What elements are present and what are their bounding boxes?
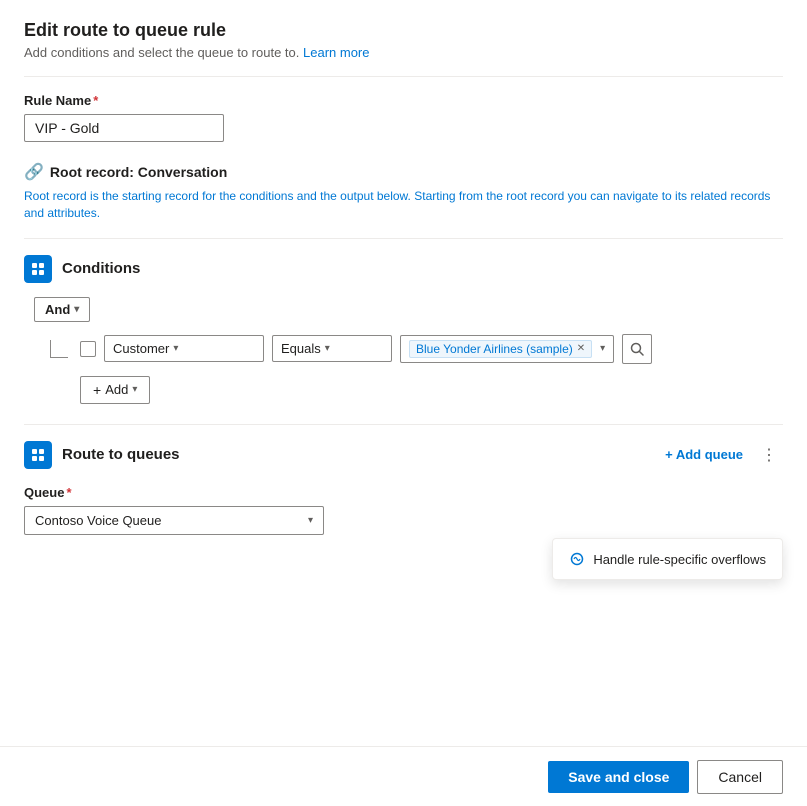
conditions-icon <box>24 255 52 283</box>
queue-field: Queue* Contoso Voice Queue ▾ <box>24 485 783 535</box>
footer: Save and close Cancel <box>0 746 807 806</box>
main-panel: Edit route to queue rule Add conditions … <box>0 0 807 806</box>
route-header: Route to queues + Add queue ⋮ <box>24 441 783 469</box>
route-header-right: + Add queue ⋮ <box>657 441 783 469</box>
add-chevron-icon: ▾ <box>132 384 137 395</box>
condition-checkbox[interactable] <box>80 341 96 357</box>
root-record-section: 🔗 Root record: Conversation Root record … <box>24 162 783 222</box>
cancel-button[interactable]: Cancel <box>697 760 783 794</box>
search-button[interactable] <box>622 334 652 364</box>
field-chevron-icon: ▾ <box>173 343 178 354</box>
root-record-label: Root record: Conversation <box>50 164 227 180</box>
page-header: Edit route to queue rule Add conditions … <box>24 20 783 60</box>
queue-chevron-icon: ▾ <box>308 515 313 526</box>
rule-name-label: Rule Name* <box>24 93 783 108</box>
queue-label: Queue* <box>24 485 783 500</box>
operator-chevron-icon: ▾ <box>325 343 330 354</box>
condition-value-field[interactable]: Blue Yonder Airlines (sample) ✕ ▾ <box>400 335 614 363</box>
condition-row: Customer ▾ Equals ▾ Blue Yonder Airlines… <box>50 334 783 364</box>
and-chevron-icon: ▾ <box>74 304 79 315</box>
root-record-icon: 🔗 <box>24 162 44 182</box>
save-close-button[interactable]: Save and close <box>548 761 689 793</box>
route-header-left: Route to queues <box>24 441 180 469</box>
route-icon <box>24 441 52 469</box>
conditions-header: Conditions <box>24 255 783 283</box>
root-record-row: 🔗 Root record: Conversation <box>24 162 783 182</box>
root-record-desc: Root record is the starting record for t… <box>24 188 783 222</box>
and-dropdown[interactable]: And ▾ <box>34 297 90 322</box>
route-divider <box>24 424 783 425</box>
overflow-dropdown: Handle rule-specific overflows <box>552 538 783 580</box>
condition-field-dropdown[interactable]: Customer ▾ <box>104 335 264 362</box>
route-title: Route to queues <box>62 446 180 463</box>
route-section: Route to queues + Add queue ⋮ Queue* Con… <box>24 441 783 535</box>
condition-operator-dropdown[interactable]: Equals ▾ <box>272 335 392 362</box>
learn-more-link[interactable]: Learn more <box>303 45 369 60</box>
value-chevron-icon: ▾ <box>600 343 605 354</box>
rule-name-section: Rule Name* <box>24 93 783 142</box>
conditions-title: Conditions <box>62 260 140 277</box>
conditions-section: Conditions And ▾ Customer ▾ <box>24 255 783 404</box>
overflow-menu-icon <box>569 551 585 567</box>
add-plus-icon: + <box>93 382 101 398</box>
page-title: Edit route to queue rule <box>24 20 783 41</box>
page-subtitle: Add conditions and select the queue to r… <box>24 45 783 60</box>
more-options-button[interactable]: ⋮ <box>755 441 783 469</box>
conditions-area: And ▾ Customer ▾ Equals ▾ <box>24 297 783 404</box>
rule-name-input[interactable] <box>24 114 224 142</box>
conditions-divider <box>24 238 783 239</box>
queue-select-dropdown[interactable]: Contoso Voice Queue ▾ <box>24 506 324 535</box>
connector-line <box>50 340 68 358</box>
header-divider <box>24 76 783 77</box>
add-button[interactable]: + Add ▾ <box>80 376 150 404</box>
connector <box>50 340 72 358</box>
overflow-menu-item[interactable]: Handle rule-specific overflows <box>553 543 782 575</box>
add-queue-button[interactable]: + Add queue <box>657 443 751 466</box>
value-tag-close-icon[interactable]: ✕ <box>577 343 585 354</box>
condition-value-tag: Blue Yonder Airlines (sample) ✕ <box>409 340 592 358</box>
